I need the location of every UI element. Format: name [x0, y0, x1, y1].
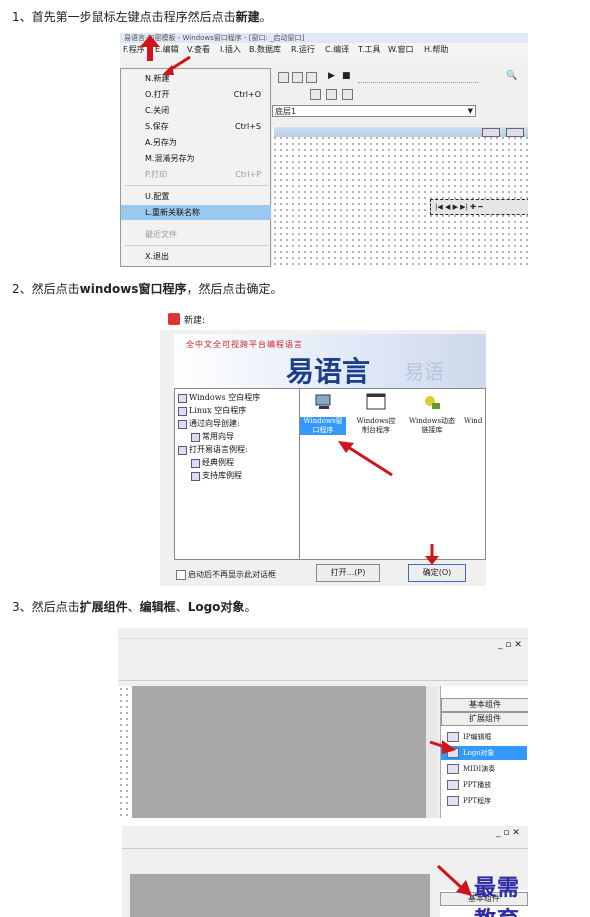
stop-icon[interactable]: ■ [342, 71, 351, 81]
combo-value: 底层1 [275, 107, 297, 116]
file-menu-dropdown: N.新建 O.打开 Ctrl+O C.关闭 S.保存 Ctrl+S A.另存为 M.… [120, 68, 271, 267]
banner-title: 易语言 [286, 355, 371, 388]
menu-database[interactable]: B.数据库 [249, 43, 281, 57]
menu-item-obfuscate-save[interactable]: M.混淆另存为 [121, 151, 271, 166]
tab-extended-components[interactable]: 扩展组件 [441, 712, 528, 726]
screenshot-component-panel: _ ▫ ✕ 基本组件 扩展组件 IP编辑框 Logo对象 MIDI演奏 PPT播… [118, 628, 528, 818]
template-label: Windows动态链接库 [408, 417, 456, 434]
red-arrow-icon [162, 55, 191, 75]
console-icon [366, 393, 386, 411]
form-edge [118, 686, 132, 818]
media-control-strip[interactable]: |◀ ◀ ▶ ▶| ✚ ━ [430, 199, 528, 215]
component-midi-player[interactable]: MIDI演奏 [441, 762, 527, 776]
red-arrow-icon [436, 864, 472, 896]
dll-icon [422, 393, 442, 411]
menu-item-save-as[interactable]: A.另存为 [121, 135, 271, 150]
step1-text: 1、首先第一步鼠标左键点击程序然后点击新建。 [12, 10, 272, 24]
red-arrow-icon [338, 441, 393, 477]
banner-subtitle: 全中文全可视跨平台编程语言 [186, 340, 303, 349]
menu-compile[interactable]: C.编译 [325, 43, 349, 57]
menu-item-relink-names[interactable]: L.重新关联名称 [121, 205, 271, 220]
menu-window[interactable]: W.窗口 [388, 43, 414, 57]
checkbox-label: 启动后不再显示此对话框 [188, 570, 276, 579]
menu-tools[interactable]: T.工具 [358, 43, 380, 57]
tab-basic-components[interactable]: 基本组件 [441, 698, 528, 712]
tree-item[interactable]: Linux 空白程序 [178, 405, 246, 417]
window-controls[interactable]: _ ▫ ✕ [496, 828, 520, 838]
red-arrow-icon [429, 740, 456, 754]
minimize-button[interactable] [482, 128, 500, 137]
menu-item-open[interactable]: O.打开 Ctrl+O [121, 87, 271, 102]
menu-help[interactable]: H.帮助 [424, 43, 448, 57]
dialog-titlebar: 新建: [160, 308, 486, 330]
find-icon[interactable]: 🔍 [506, 71, 517, 81]
template-label: Windows控制台程序 [356, 417, 396, 434]
banner-watermark: 易语 [404, 360, 444, 384]
component-ppt-player[interactable]: PPT播放 [441, 778, 527, 792]
component-ppt-program[interactable]: PPT程序 [441, 794, 527, 808]
tree-item[interactable]: 通过向导创建: [178, 418, 240, 430]
toolbar-button[interactable] [278, 72, 289, 83]
workspace-area [132, 686, 426, 818]
watermark-logo: 最需教育 [474, 875, 521, 917]
divider [122, 848, 528, 849]
tree-item[interactable]: Windows 空白程序 [178, 392, 260, 404]
workspace-area [130, 874, 430, 917]
screenshot-new-dialog: 新建: 全中文全可视跨平台编程语言 易语言 易语 Windows 空白程序 Li… [160, 308, 486, 586]
form-design-area[interactable]: |◀ ◀ ▶ ▶| ✚ ━ [272, 127, 528, 267]
banner: 全中文全可视跨平台编程语言 易语言 易语 [174, 334, 486, 396]
toolbar-button[interactable] [342, 89, 353, 100]
menu-item-exit[interactable]: X.退出 [121, 249, 271, 264]
template-windows-dll[interactable]: Windows动态链接库 [408, 393, 456, 437]
toolbar-button[interactable] [292, 72, 303, 83]
screenshot-ide-menu: 易语言-加密模板 - Windows窗口程序 - [窗口: _启动窗口] F.程… [120, 33, 528, 267]
close-button[interactable] [506, 128, 524, 137]
divider [118, 680, 528, 681]
toolbar-button[interactable] [326, 89, 337, 100]
window-controls[interactable]: _ ▫ ✕ [498, 640, 522, 650]
template-label: Windows窗口程序 [300, 417, 346, 435]
menu-item-save[interactable]: S.保存 Ctrl+S [121, 119, 271, 134]
app-logo-icon [168, 313, 180, 325]
red-arrow-icon [425, 544, 439, 565]
window-title: 易语言-加密模板 - Windows窗口程序 - [窗口: _启动窗口] [120, 33, 528, 43]
chevron-down-icon[interactable]: ▼ [468, 106, 473, 117]
computer-icon [314, 393, 334, 411]
ok-button[interactable]: 确定(O) [408, 564, 466, 582]
debug-toolbar-icons [358, 72, 478, 83]
menu-item-close[interactable]: C.关闭 [121, 103, 271, 118]
menu-insert[interactable]: I.插入 [220, 43, 241, 57]
template-windows-window[interactable]: Windows窗口程序 [300, 393, 346, 437]
menu-run[interactable]: R.运行 [291, 43, 315, 57]
open-button[interactable]: 打开...(P) [316, 564, 380, 582]
dialog-title: 新建: [184, 316, 206, 326]
menu-item-config[interactable]: U.配置 [121, 189, 271, 204]
toolbar-button[interactable] [310, 89, 321, 100]
menu-item-recent-files[interactable]: 最近文件 [121, 227, 271, 242]
dont-show-checkbox[interactable] [176, 570, 186, 580]
menu-item-print[interactable]: P.打印 Ctrl+P [121, 167, 271, 182]
template-windows-console[interactable]: Windows控制台程序 [354, 393, 398, 437]
template-grid: Windows窗口程序 Windows控制台程序 Windows动态链接库 Wi… [300, 388, 486, 560]
tree-item[interactable]: 常用向导 [191, 431, 234, 443]
tree-item[interactable]: 经典例程 [191, 457, 234, 469]
step3-text: 3、然后点击扩展组件、编辑框、Logo对象。 [12, 600, 257, 614]
toolbar: ▶ ■ 🔍 [270, 69, 528, 85]
template-label[interactable]: Wind [464, 417, 486, 426]
toolbar-button[interactable] [306, 72, 317, 83]
tree-item[interactable]: 支持库例程 [191, 470, 242, 482]
template-tree: Windows 空白程序 Linux 空白程序 通过向导创建: 常用向导 打开易… [174, 388, 300, 560]
menu-separator [125, 245, 269, 246]
form-titlebar [274, 127, 528, 137]
tree-item[interactable]: 打开易语言例程: [178, 444, 248, 456]
menu-separator [125, 185, 269, 186]
divider [118, 638, 528, 639]
toolbar-row2 [270, 86, 528, 102]
menu-item-new[interactable]: N.新建 [121, 71, 271, 86]
screenshot-component-panel-2: _ ▫ ✕ 基本组件 最需教育 [122, 826, 528, 917]
run-icon[interactable]: ▶ [328, 71, 335, 81]
combo-box[interactable]: 底层1 ▼ [272, 105, 476, 117]
step2-text: 2、然后点击windows窗口程序，然后点击确定。 [12, 282, 283, 296]
